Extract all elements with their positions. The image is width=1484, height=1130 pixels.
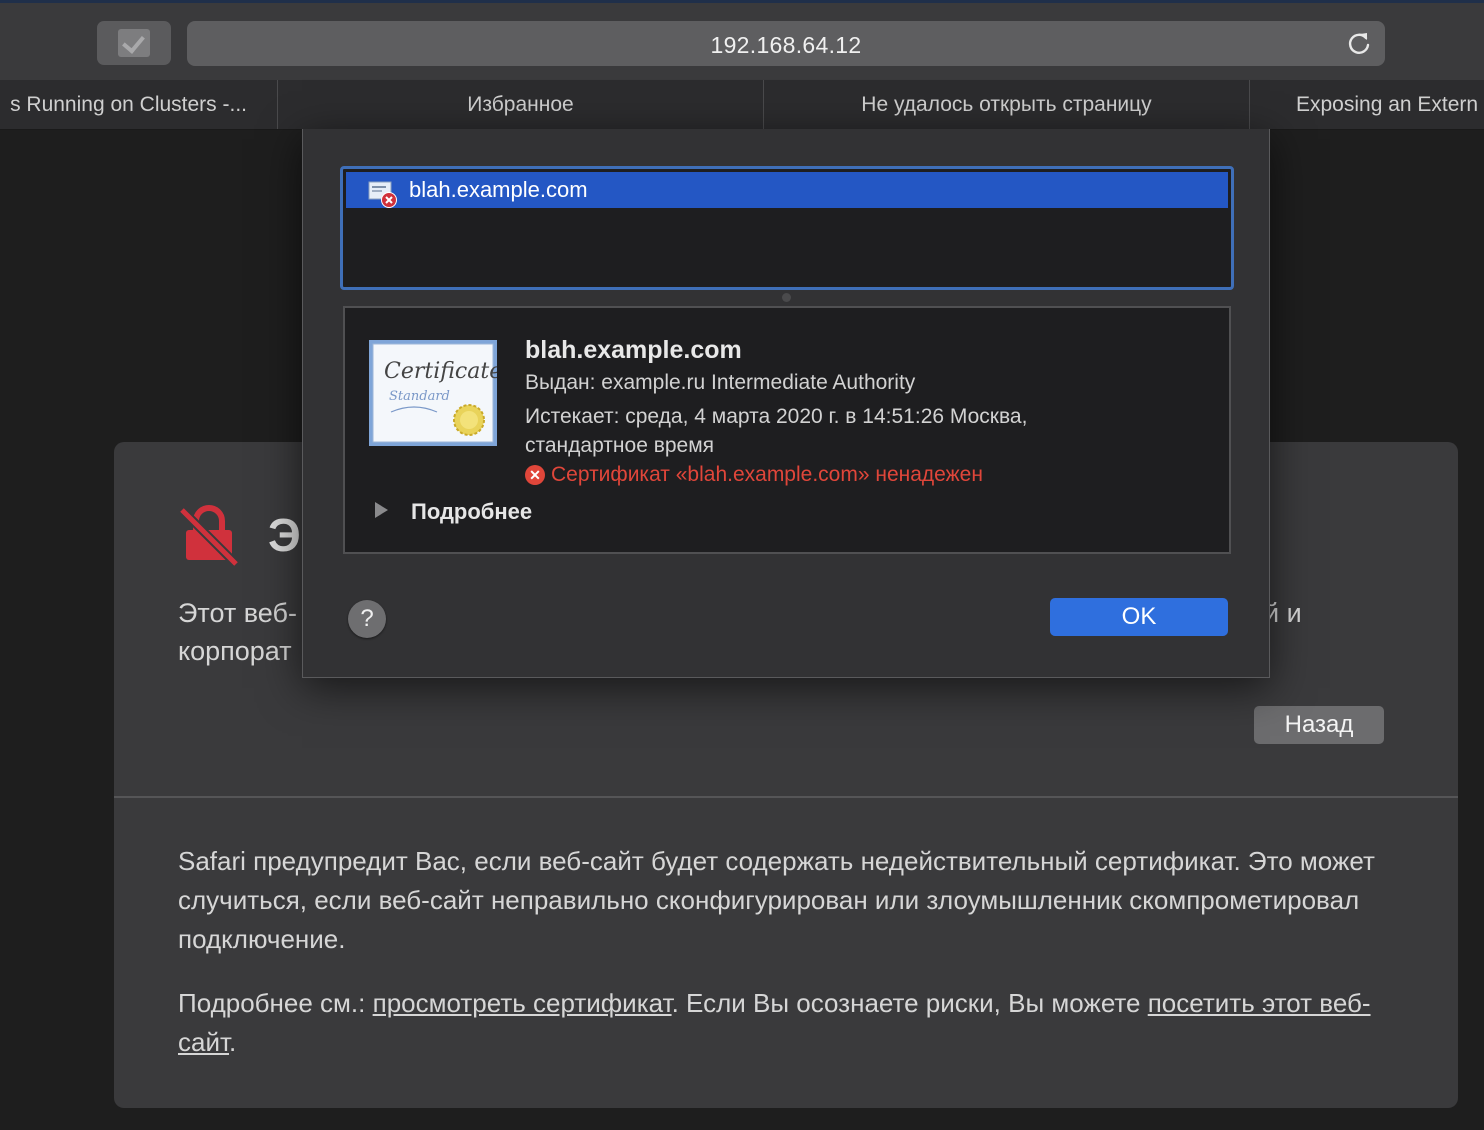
certificate-list[interactable]: blah.example.com	[340, 166, 1234, 290]
details-toggle[interactable]: Подробнее	[411, 499, 532, 525]
certificate-icon: Certificate Standard	[369, 340, 497, 446]
tab-favorites[interactable]: Избранное	[278, 80, 764, 129]
certificate-icon-subtitle: Standard	[389, 389, 450, 404]
broken-lock-icon	[178, 505, 240, 566]
tab-clusters[interactable]: s Running on Clusters -...	[0, 80, 278, 129]
certificate-warning-text: Сертификат «blah.example.com» ненадежен	[551, 463, 983, 486]
info-links-paragraph: Подробнее см.: просмотреть сертификат. Е…	[178, 984, 1408, 1062]
disclosure-triangle-icon[interactable]	[375, 502, 388, 518]
certificate-name: blah.example.com	[525, 336, 742, 364]
url-text[interactable]: 192.168.64.12	[187, 32, 1385, 59]
splitter-handle[interactable]	[782, 293, 791, 302]
checkbox-icon	[118, 29, 150, 57]
page-title: Э	[268, 509, 301, 561]
certificate-error-icon	[368, 181, 397, 208]
certificate-issuer: Выдан: example.ru Intermediate Authority	[525, 371, 916, 394]
certificate-icon-title: Certificate	[384, 359, 497, 384]
ok-button[interactable]: OK	[1050, 598, 1228, 636]
tab-error-page[interactable]: Не удалось открыть страницу	[764, 80, 1250, 129]
certificate-dialog: blah.example.com Certificate Standard bl…	[302, 129, 1270, 678]
browser-toolbar: 192.168.64.12	[0, 0, 1484, 80]
certificate-list-item[interactable]: blah.example.com	[346, 172, 1228, 208]
info-paragraph: Safari предупредит Вас, если веб-сайт бу…	[178, 846, 1375, 954]
info2-middle: . Если Вы осознаете риски, Вы можете	[671, 988, 1148, 1018]
back-button[interactable]: Назад	[1254, 706, 1384, 744]
error-icon: ✕	[525, 465, 545, 485]
info2-prefix: Подробнее см.:	[178, 988, 373, 1018]
desc-line-2: корпорат	[178, 636, 292, 666]
help-button[interactable]: ?	[348, 600, 386, 638]
divider	[114, 796, 1458, 798]
extension-button[interactable]	[97, 21, 171, 65]
address-bar[interactable]: 192.168.64.12	[187, 21, 1385, 66]
view-certificate-link[interactable]: просмотреть сертификат	[373, 988, 672, 1018]
desc-line-1: Этот веб-	[178, 598, 297, 628]
tab-exposing[interactable]: Exposing an Extern	[1250, 80, 1484, 129]
info2-suffix: .	[229, 1027, 237, 1057]
reload-icon[interactable]	[1346, 30, 1372, 56]
certificate-list-label: blah.example.com	[409, 177, 588, 202]
certificate-details: Certificate Standard blah.example.com Вы…	[343, 306, 1231, 554]
certificate-expiry: Истекает: среда, 4 марта 2020 г. в 14:51…	[525, 405, 1028, 457]
tab-bar: s Running on Clusters -... Избранное Не …	[0, 80, 1484, 130]
certificate-warning: ✕ Сертификат «blah.example.com» ненадежен	[525, 463, 983, 487]
